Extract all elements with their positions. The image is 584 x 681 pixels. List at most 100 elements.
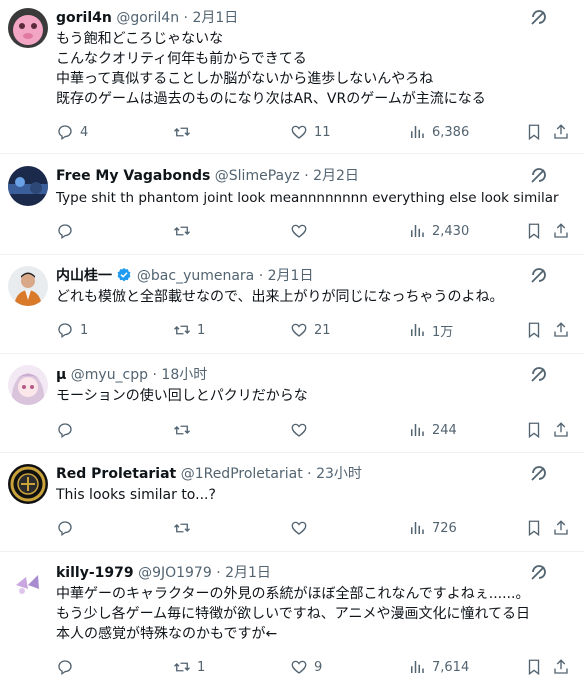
tweet-text: モーションの使い回しとパクリだからな [56,386,574,406]
bookmark-button[interactable] [525,221,543,241]
view-count: 2,430 [432,223,470,239]
view-count: 726 [432,520,457,536]
grok-slash-icon[interactable] [528,8,548,28]
tweet[interactable]: killy-1979 @9JO1979 · 2月1日 中華ゲーのキャラクターの外… [0,553,584,681]
user-handle[interactable]: @1RedProletariat [181,466,303,482]
user-handle[interactable]: @SlimePayz [215,168,300,184]
grok-slash-icon[interactable] [528,166,548,186]
action-bar: 1 1 21 1万 [56,320,576,340]
tweet[interactable]: μ @myu_cpp · 18小时 モーションの使い回しとパクリだからな 244 [0,355,584,453]
bookmark-icon [528,422,540,439]
timestamp[interactable]: 23小时 [316,466,362,482]
like-button[interactable]: 21 [290,320,331,340]
share-button[interactable] [552,420,570,440]
action-bar: 726 [56,518,576,538]
reply-button[interactable]: 1 [56,320,88,340]
share-button[interactable] [552,320,570,340]
display-name[interactable]: 内山桂一 [56,268,112,284]
views-button[interactable]: 244 [408,420,457,440]
verified-badge-icon [118,268,131,282]
avatar[interactable] [8,563,48,603]
tweet[interactable]: Red Proletariat @1RedProletariat · 23小时 … [0,454,584,552]
like-button[interactable]: 9 [290,657,322,677]
grok-slash-icon[interactable] [528,563,548,583]
display-name[interactable]: μ [56,367,66,383]
grok-slash-icon[interactable] [528,365,548,385]
heart-icon [291,660,307,674]
reply-button[interactable] [56,518,80,538]
retweet-button[interactable]: 1 [173,657,205,677]
reply-button[interactable] [56,657,80,677]
like-button[interactable]: 11 [290,122,331,142]
bookmark-icon [528,124,540,141]
user-handle[interactable]: @myu_cpp [71,367,148,383]
views-button[interactable]: 1万 [408,320,453,340]
heart-icon [291,224,307,238]
tweet[interactable]: goril4n @goril4n · 2月1日 もう飽和どころじゃないな こんな… [0,0,584,154]
tweet[interactable]: 内山桂一 @bac_yumenara · 2月1日 どれも模倣と全部載せなので、… [0,256,584,354]
user-handle[interactable]: @9JO1979 [138,565,212,581]
reply-icon [58,521,72,537]
views-button[interactable]: 726 [408,518,457,538]
display-name[interactable]: Free My Vagabonds [56,168,210,184]
retweet-button[interactable] [173,518,197,538]
view-count: 7,614 [432,659,470,675]
bookmark-button[interactable] [525,518,543,538]
tweet-text-line: もう飽和どころじゃないな [56,31,224,47]
tweet-text-line: 既存のゲームは過去のものになり次はAR、VRのゲームが主流になる [56,91,486,107]
avatar[interactable] [8,365,48,405]
views-button[interactable]: 7,614 [408,657,469,677]
tweet-text-line: もう少し各ゲーム毎に特徴が欲しいですね、アニメや漫画文化に憧れてる日 [56,606,531,622]
action-bar: 2,430 [56,221,576,241]
tweet-header: 内山桂一 @bac_yumenara · 2月1日 [56,266,534,286]
grok-slash-icon[interactable] [528,464,548,484]
retweet-button[interactable]: 1 [173,320,205,340]
tweet[interactable]: Free My Vagabonds @SlimePayz · 2月2日 Type… [0,155,584,255]
display-name[interactable]: goril4n [56,10,112,26]
heart-icon [291,521,307,535]
view-count: 244 [432,422,457,438]
avatar[interactable] [8,266,48,306]
retweet-button[interactable] [173,221,197,241]
share-button[interactable] [552,122,570,142]
grok-slash-icon[interactable] [528,266,548,286]
user-handle[interactable]: @goril4n [116,10,179,26]
like-button[interactable] [290,420,314,440]
timestamp[interactable]: 2月1日 [192,10,238,26]
display-name[interactable]: Red Proletariat [56,466,176,482]
views-chart-icon [411,522,424,534]
like-button[interactable] [290,221,314,241]
tweet-text: どれも模倣と全部載せなので、出来上がりが同じになっちゃうのよね。 [56,287,574,307]
timestamp[interactable]: 18小时 [161,367,207,383]
retweet-icon [174,226,190,236]
like-button[interactable] [290,518,314,538]
reply-button[interactable] [56,221,80,241]
retweet-button[interactable] [173,122,197,142]
timestamp[interactable]: 2月1日 [225,565,271,581]
reply-button[interactable]: 4 [56,122,88,142]
bookmark-button[interactable] [525,122,543,142]
views-button[interactable]: 6,386 [408,122,469,142]
views-button[interactable]: 2,430 [408,221,469,241]
bookmark-button[interactable] [525,657,543,677]
timestamp[interactable]: 2月1日 [268,268,314,284]
reply-icon [58,323,72,339]
action-bar: 4 11 6,386 [56,122,576,142]
avatar[interactable] [8,166,48,206]
reply-count: 4 [80,124,89,140]
reply-button[interactable] [56,420,80,440]
share-icon [554,520,568,535]
display-name[interactable]: killy-1979 [56,565,134,581]
retweet-button[interactable] [173,420,197,440]
avatar[interactable] [8,464,48,504]
tweet-text-line: モーションの使い回しとパクリだからな [56,388,308,404]
share-button[interactable] [552,657,570,677]
share-button[interactable] [552,221,570,241]
avatar[interactable] [8,8,48,48]
share-button[interactable] [552,518,570,538]
bookmark-button[interactable] [525,420,543,440]
bookmark-button[interactable] [525,320,543,340]
user-handle[interactable]: @bac_yumenara [137,268,254,284]
timestamp[interactable]: 2月2日 [313,168,359,184]
reply-count: 1 [80,322,89,338]
